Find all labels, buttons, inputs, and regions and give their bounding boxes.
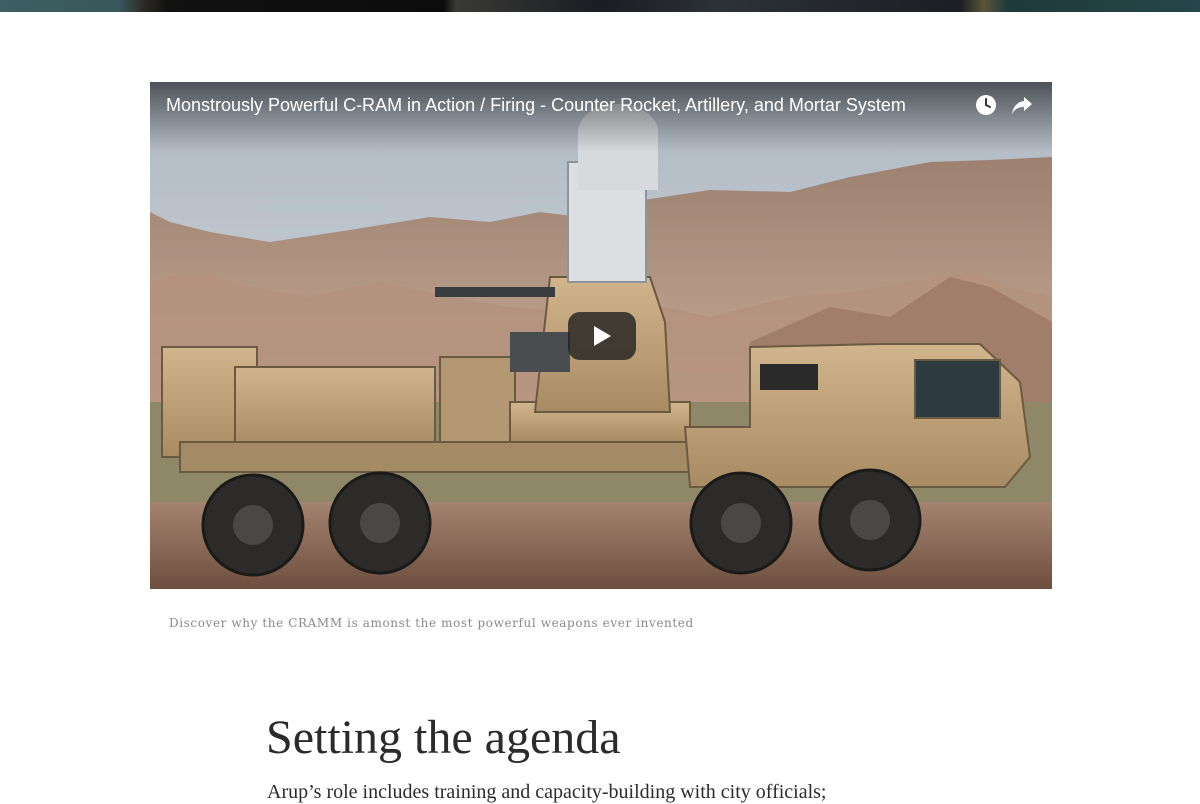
video-caption: Discover why the CRAMM is amonst the mos…	[169, 616, 694, 630]
play-button[interactable]	[568, 312, 636, 360]
article-paragraph: Arup’s role includes training and capaci…	[267, 781, 827, 803]
embedded-video-player[interactable]: Monstrously Powerful C-RAM in Action / F…	[150, 82, 1052, 589]
header-image-strip	[0, 0, 1200, 12]
share-arrow-icon[interactable]	[1011, 94, 1033, 116]
clock-icon[interactable]	[975, 94, 997, 116]
section-heading: Setting the agenda	[266, 711, 621, 764]
video-title[interactable]: Monstrously Powerful C-RAM in Action / F…	[166, 94, 956, 116]
play-icon	[594, 326, 611, 346]
video-title-overlay	[150, 82, 1052, 152]
